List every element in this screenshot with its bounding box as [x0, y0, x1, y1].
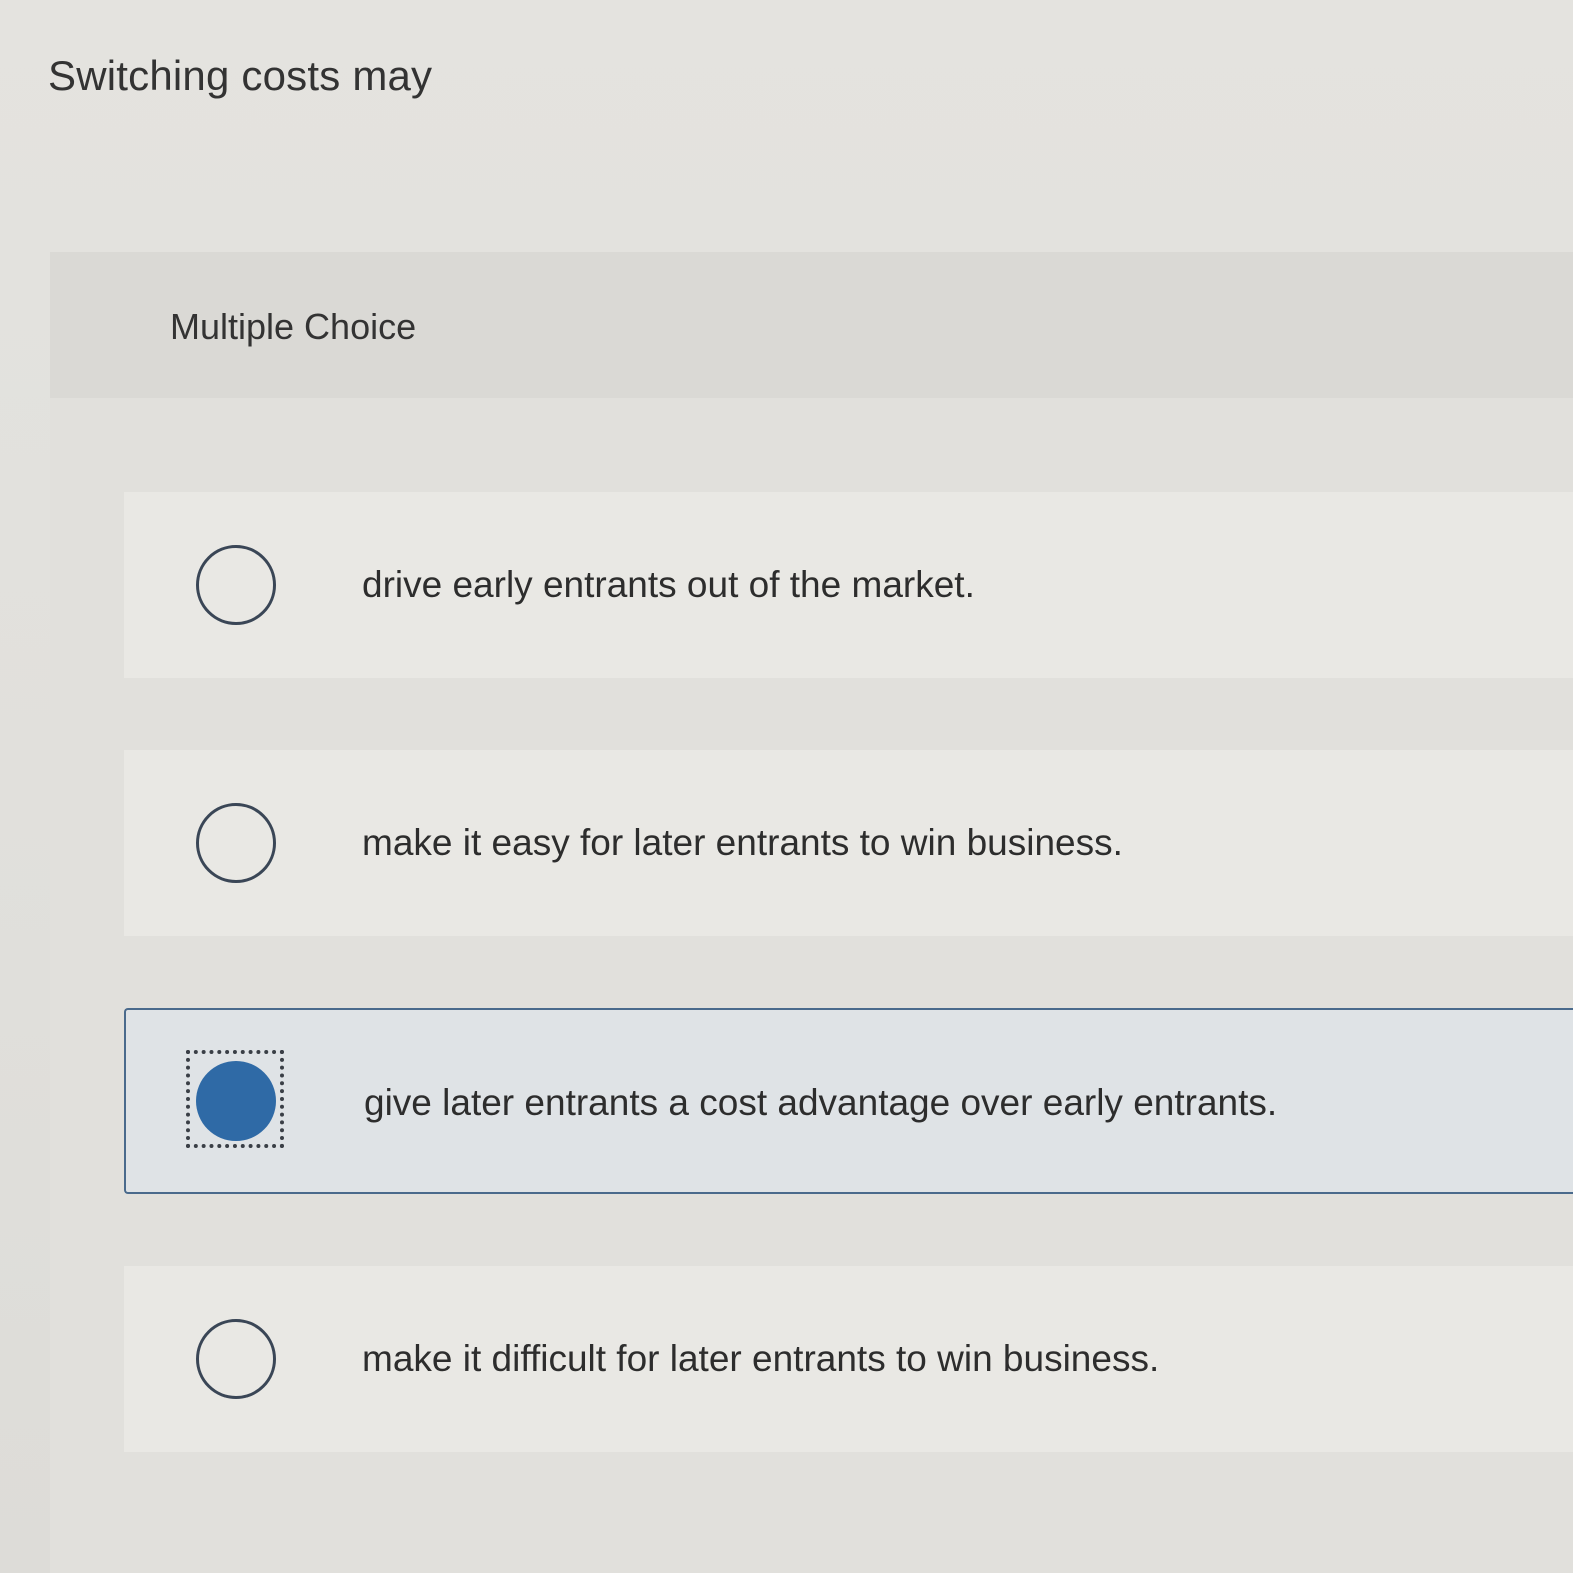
question-type-label: Multiple Choice	[170, 306, 417, 347]
answer-choice-label: make it difficult for later entrants to …	[362, 1338, 1160, 1379]
answer-choice-1[interactable]: drive early entrants out of the market.	[124, 492, 1573, 678]
radio-empty-circle-icon[interactable]	[196, 803, 276, 883]
answer-choice-3-selected[interactable]: give later entrants a cost advantage ove…	[124, 1008, 1573, 1194]
question-type-header: Multiple Choice	[50, 252, 1573, 398]
answer-choice-label: give later entrants a cost advantage ove…	[364, 1082, 1278, 1123]
answer-choice-4[interactable]: make it difficult for later entrants to …	[124, 1266, 1573, 1452]
answer-choice-label: drive early entrants out of the market.	[362, 564, 975, 605]
answer-choice-label: make it easy for later entrants to win b…	[362, 822, 1123, 863]
radio-empty-circle-icon[interactable]	[196, 545, 276, 625]
question-prompt: Switching costs may	[48, 52, 433, 99]
radio-filled-circle-icon[interactable]	[196, 1061, 276, 1141]
question-panel: Multiple Choice drive early entrants out…	[50, 252, 1573, 1573]
answer-choice-2[interactable]: make it easy for later entrants to win b…	[124, 750, 1573, 936]
radio-empty-circle-icon[interactable]	[196, 1319, 276, 1399]
